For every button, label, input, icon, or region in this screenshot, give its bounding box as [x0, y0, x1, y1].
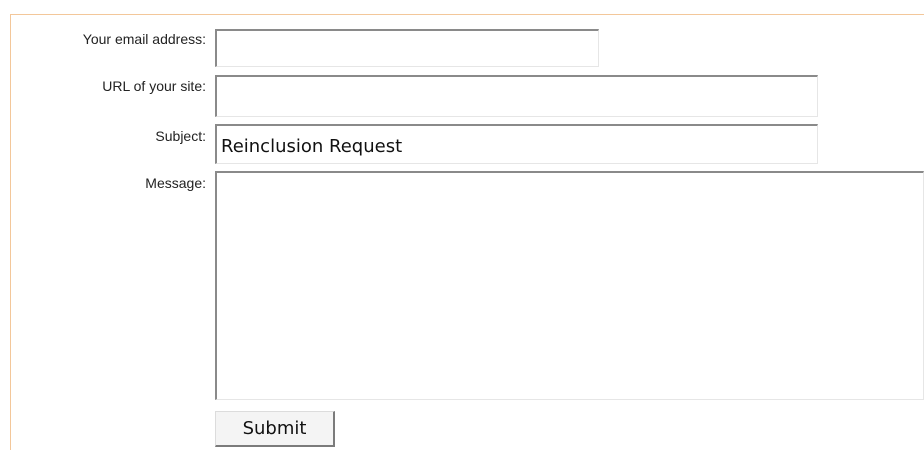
- email-field[interactable]: [215, 29, 599, 67]
- message-field[interactable]: [215, 171, 924, 400]
- submit-button[interactable]: Submit: [215, 411, 335, 447]
- subject-field[interactable]: [215, 124, 818, 164]
- url-label: URL of your site:: [102, 78, 206, 94]
- email-label: Your email address:: [82, 31, 206, 47]
- message-label: Message:: [145, 175, 206, 191]
- url-field[interactable]: [215, 75, 818, 117]
- subject-label: Subject:: [155, 128, 206, 144]
